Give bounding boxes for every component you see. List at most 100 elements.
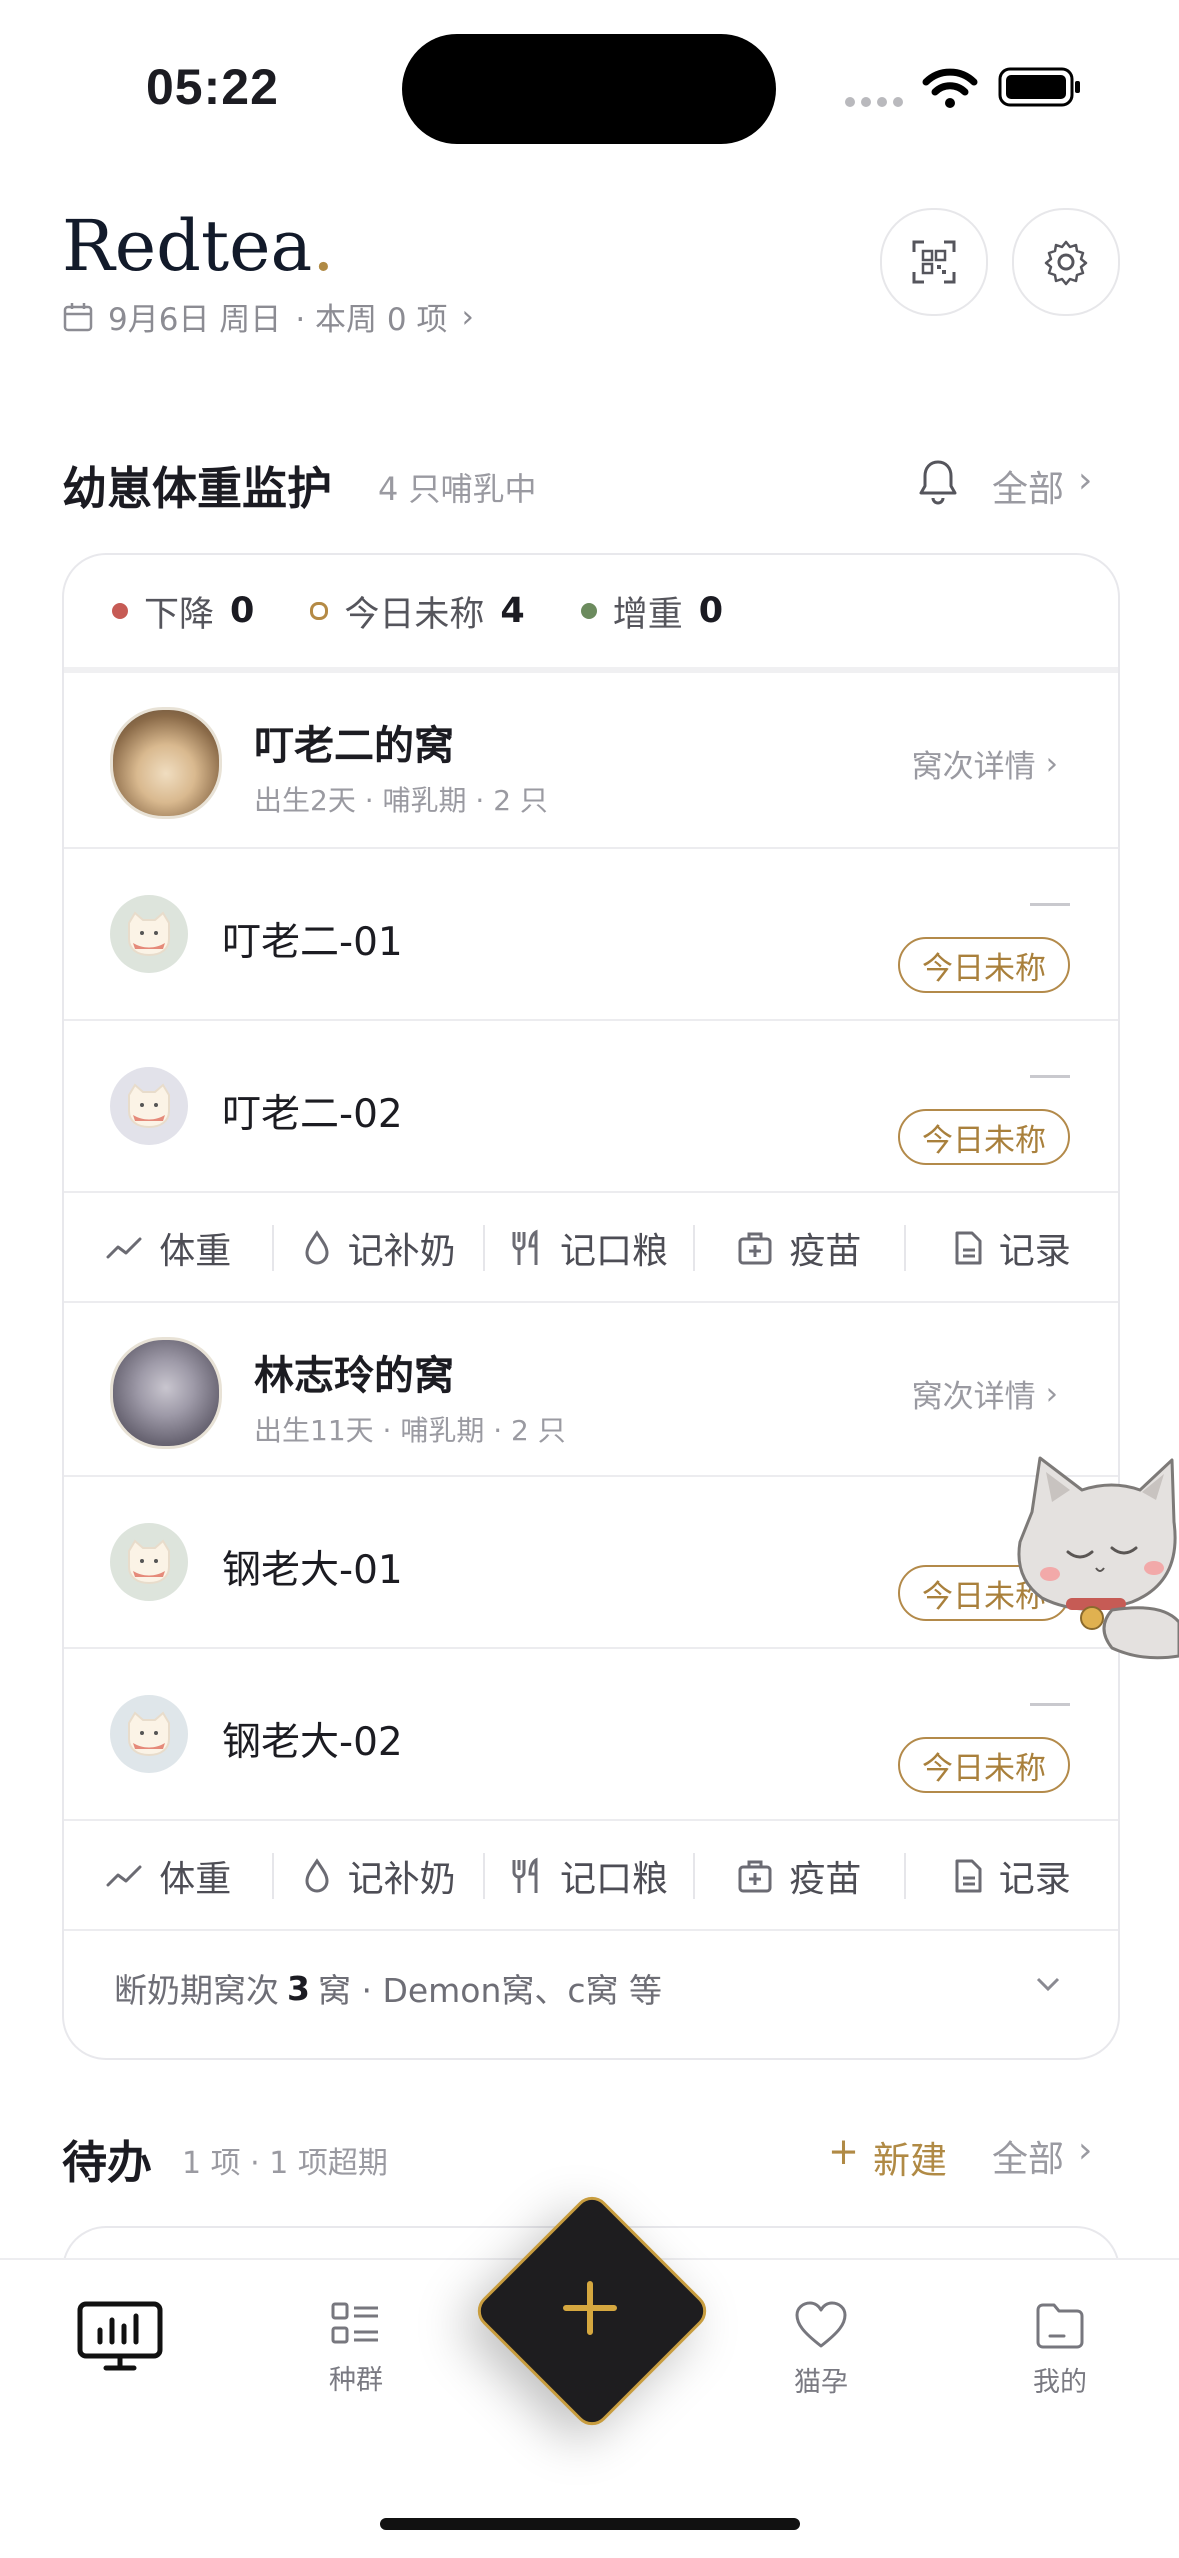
- litter-actions-row: 体重 记补奶 记口粮 疫苗 记录: [64, 1191, 1118, 1303]
- kitten-section-subtitle: 4 只哺乳中: [378, 470, 537, 508]
- litter-detail-link[interactable]: 窝次详情 ›: [912, 741, 1058, 786]
- medkit-icon: [738, 1860, 772, 1893]
- new-label: 新建: [873, 2139, 948, 2182]
- litter-meta: 出生2天 · 哺乳期 · 2 只: [254, 784, 548, 817]
- kitten-all-link[interactable]: 全部 ›: [992, 460, 1092, 512]
- legend-label: 今日未称: [344, 594, 485, 635]
- chevron-right-icon: ›: [461, 298, 474, 335]
- week-summary: · 本周 0 项: [295, 302, 448, 338]
- tab-profile[interactable]: 我的: [990, 2300, 1130, 2399]
- action-label: 记录: [998, 1859, 1071, 1900]
- legend-count: 0: [230, 591, 255, 631]
- weaning-suffix: 窝 · Demon窝、c窝 等: [317, 1971, 663, 2010]
- kitten-face-icon: [128, 1539, 170, 1585]
- tab-population[interactable]: 种群: [286, 2300, 426, 2397]
- dot-red-icon: [112, 603, 128, 619]
- medkit-icon: [738, 1232, 772, 1265]
- todo-section-subtitle: 1 项 · 1 项超期: [182, 2146, 388, 2181]
- sleeping-cat-mascot[interactable]: [1012, 1452, 1179, 1662]
- action-label: 体重: [159, 1231, 232, 1272]
- kitten-row[interactable]: 叮老二-01 今日未称: [64, 847, 1118, 1021]
- kitten-row[interactable]: 钢老大-02 今日未称: [64, 1647, 1118, 1821]
- all-label: 全部: [992, 469, 1065, 510]
- action-label: 疫苗: [789, 1231, 862, 1272]
- litter-actions-row: 体重 记补奶 记口粮 疫苗 记录: [64, 1819, 1118, 1931]
- legend-item-unweighed[interactable]: 今日未称 4: [310, 586, 525, 637]
- dashboard-icon: [77, 2301, 163, 2371]
- action-weight[interactable]: 体重: [64, 1225, 272, 1272]
- kitten-section-title: 幼崽体重监护: [62, 462, 333, 515]
- action-food[interactable]: 记口粮: [482, 1853, 693, 1900]
- action-record[interactable]: 记录: [903, 1225, 1118, 1272]
- dynamic-island: [402, 34, 776, 144]
- tab-dashboard[interactable]: [50, 2300, 190, 2382]
- tab-label: 种群: [329, 2365, 383, 2396]
- status-badge: 今日未称: [898, 937, 1070, 993]
- battery-icon: [998, 67, 1080, 107]
- date-summary[interactable]: 9月6日 周日 · 本周 0 项 ›: [62, 294, 474, 339]
- legend-count: 4: [500, 591, 525, 631]
- kitten-avatar: [110, 1067, 188, 1145]
- kitten-face-icon: [128, 911, 170, 957]
- action-label: 记口粮: [560, 1859, 669, 1900]
- action-label: 记录: [998, 1231, 1071, 1272]
- action-food[interactable]: 记口粮: [482, 1225, 693, 1272]
- kitten-row[interactable]: 钢老大-01 今日未称: [64, 1475, 1118, 1649]
- action-milk[interactable]: 记补奶: [272, 1853, 482, 1900]
- chevron-right-icon: ›: [1078, 460, 1093, 501]
- weaning-summary[interactable]: 断奶期窝次 3 窝 · Demon窝、c窝 等: [64, 1929, 1118, 2045]
- weight-empty: [1030, 1703, 1070, 1706]
- home-indicator: [380, 2518, 800, 2530]
- kitten-name: 叮老二-02: [222, 1092, 403, 1137]
- list-icon: [331, 2302, 378, 2344]
- tab-label: 猫孕: [794, 2367, 848, 2398]
- plus-icon: [563, 2281, 617, 2335]
- litter-header[interactable]: 林志玲的窝 出生11天 · 哺乳期 · 2 只 窝次详情 ›: [64, 1301, 1118, 1477]
- tab-pregnancy[interactable]: 猫孕: [751, 2300, 891, 2399]
- scan-button[interactable]: [880, 208, 988, 316]
- kitten-name: 钢老大-02: [222, 1720, 403, 1765]
- weaning-count: 3: [287, 1968, 310, 2008]
- todo-new-button[interactable]: + 新建: [828, 2130, 947, 2184]
- legend-label: 增重: [612, 594, 683, 635]
- legend-item-gain[interactable]: 增重 0: [580, 586, 724, 637]
- utensils-icon: [512, 1229, 538, 1265]
- chevron-right-icon: ›: [1045, 745, 1058, 782]
- action-record[interactable]: 记录: [903, 1853, 1118, 1900]
- folder-icon: [1036, 2303, 1084, 2349]
- legend-item-drop[interactable]: 下降 0: [112, 586, 254, 637]
- action-bar: 体重 记补奶 记口粮 疫苗 记录: [64, 1821, 1118, 1931]
- action-label: 记补奶: [347, 1231, 456, 1272]
- litter-detail-link[interactable]: 窝次详情 ›: [912, 1371, 1058, 1416]
- utensils-icon: [512, 1857, 538, 1893]
- legend-label: 下降: [144, 594, 215, 635]
- kitten-name: 钢老大-01: [222, 1548, 403, 1593]
- kitten-avatar: [110, 895, 188, 973]
- settings-button[interactable]: [1012, 208, 1120, 316]
- todo-all-link[interactable]: 全部 ›: [992, 2130, 1092, 2182]
- action-weight[interactable]: 体重: [64, 1853, 272, 1900]
- trend-icon: [106, 1237, 142, 1259]
- action-bar: 体重 记补奶 记口粮 疫苗 记录: [64, 1193, 1118, 1303]
- qr-scan-icon: [912, 240, 956, 284]
- dot-green-icon: [580, 603, 597, 619]
- signal-icon: [845, 92, 909, 111]
- action-label: 记补奶: [347, 1859, 456, 1900]
- action-milk[interactable]: 记补奶: [272, 1225, 482, 1272]
- action-vaccine[interactable]: 疫苗: [693, 1225, 903, 1272]
- legend-count: 0: [698, 591, 724, 631]
- weaning-prefix: 断奶期窝次: [114, 1971, 279, 2010]
- action-vaccine[interactable]: 疫苗: [693, 1853, 903, 1900]
- litter-header[interactable]: 叮老二的窝 出生2天 · 哺乳期 · 2 只 窝次详情 ›: [64, 675, 1118, 847]
- status-badge: 今日未称: [898, 1737, 1070, 1793]
- kitten-row[interactable]: 叮老二-02 今日未称: [64, 1019, 1118, 1193]
- date-text: 9月6日 周日: [108, 302, 282, 338]
- todo-section-title: 待办: [62, 2136, 153, 2189]
- chevron-right-icon: ›: [1078, 2130, 1093, 2171]
- chevron-right-icon: ›: [1045, 1375, 1058, 1412]
- litter-avatar: [110, 1337, 222, 1449]
- document-icon: [955, 1859, 982, 1893]
- wifi-icon: [922, 68, 978, 108]
- bell-icon[interactable]: [916, 456, 960, 508]
- status-time: 05:22: [146, 59, 279, 115]
